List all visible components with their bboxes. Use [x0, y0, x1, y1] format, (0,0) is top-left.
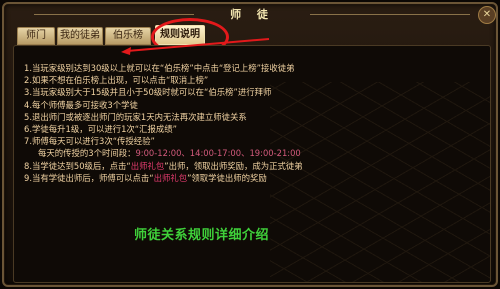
rule9-prefix: 9.当有学徒出师后，师傅可以点击“ [24, 172, 154, 183]
rule-item: 9.当有学徒出师后，师傅可以点击“出师礼包”领取学徒出师的奖励 [24, 172, 303, 184]
window-title: 师 徒 [230, 8, 274, 21]
rule-item: 1.当玩家级别达到30级以上就可以在“伯乐榜”中点击“登记上榜”接收徒弟 [24, 63, 295, 73]
tab-shimen[interactable]: 师门 [17, 27, 55, 45]
rules-panel: 1.当玩家级别达到30级以上就可以在“伯乐榜”中点击“登记上榜”接收徒弟 2.如… [13, 38, 491, 283]
rule-item: 5.退出师门或被逐出师门的玩家1天内无法再次建立师徒关系 [24, 111, 247, 122]
time-prefix: 每天的传授的3个时间段： [38, 148, 136, 159]
graduation-gift-link: 出师礼包 [130, 160, 165, 171]
rule8-prefix: 8.当学徒达到50级后，点击“ [24, 160, 131, 171]
rule-item: 7.师傅每天可以进行3次“传授经验” [24, 136, 155, 147]
rule-item: 4.每个师傅最多可接收3个学徒 [24, 99, 138, 110]
tab-my-apprentices[interactable]: 我的徒弟 [57, 27, 103, 45]
rule-item: 2.如果不想在伯乐榜上出现，可以点击“取消上榜” [24, 75, 209, 86]
rule8-suffix: ”出师，领取出师奖励，成为正式徒弟 [164, 160, 303, 171]
rule-item: 3.当玩家级别大于15级并且小于50级时就可以在“伯乐榜”进行拜师 [24, 87, 272, 98]
rule-item: 6.学徒每升1级，可以进行1次“汇报成绩” [24, 124, 177, 135]
rules-list: 1.当玩家级别达到30级以上就可以在“伯乐榜”中点击“登记上榜”接收徒弟 2.如… [24, 62, 303, 184]
title-bar: 师 徒 ✕ [14, 6, 496, 24]
rule-item: 8.当学徒达到50级后，点击“出师礼包”出师，领取出师奖励，成为正式徒弟 [24, 160, 303, 172]
background-pattern [270, 82, 490, 282]
graduation-gift-link: 出师礼包 [153, 172, 188, 183]
title-divider-left [34, 14, 194, 15]
rule-time-line: 每天的传授的3个时间段：9:00-12:00、14:00-17:00、19:00… [24, 147, 303, 159]
rule9-suffix: ”领取学徒出师的奖励 [187, 172, 267, 183]
rules-caption: 师徒关系规则详细介绍 [134, 228, 270, 243]
mentor-window: 师 徒 ✕ 师门 我的徒弟 伯乐榜 规则说明 1.当玩家级别达到30级以上就可以… [2, 2, 498, 287]
time-ranges: 9:00-12:00、14:00-17:00、19:00-21:00 [135, 148, 301, 159]
close-icon[interactable]: ✕ [478, 6, 496, 24]
title-divider-right [310, 14, 470, 15]
